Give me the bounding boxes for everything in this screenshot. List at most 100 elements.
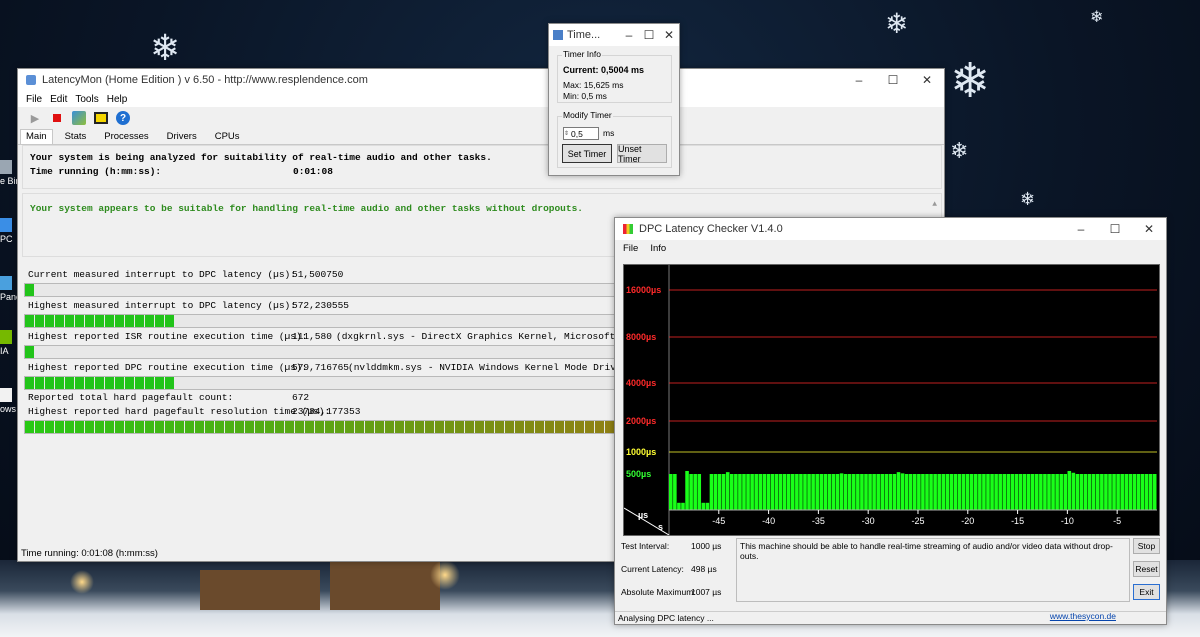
bar-segment [45,315,54,327]
dpc-label: Highest reported DPC routine execution t… [28,362,308,373]
y-tick-label: 16000µs [626,285,661,295]
reset-button[interactable]: Reset [1133,561,1160,577]
close-icon[interactable]: ✕ [1132,218,1166,240]
latency-bar [937,474,941,510]
scroll-up-icon[interactable]: ▲ [932,200,937,209]
bar-segment [205,421,214,433]
latency-bar [941,474,946,510]
bar-segment [55,421,64,433]
desktop-icon-nvidia[interactable]: IA [0,330,18,356]
latencymon-titlebar[interactable]: LatencyMon (Home Edition ) v 6.50 - http… [18,69,944,91]
bar-segment [175,421,184,433]
latency-bar [701,502,706,510]
spinner-icon[interactable]: ⇕ [564,130,571,137]
exit-button[interactable]: Exit [1133,584,1160,600]
minimize-icon[interactable]: – [842,69,876,91]
highest-interrupt-value: 572,230555 [292,300,350,311]
bar-segment [85,421,94,433]
maximize-icon[interactable]: ☐ [639,24,659,46]
dpc-menu-file[interactable]: File [623,243,638,254]
dpc-message-box: This machine should be able to handle re… [736,538,1130,602]
desktop-icon-label: Pane [0,292,18,302]
analysis-pane: Your system is being analyzed for suitab… [22,145,942,189]
bar-segment [475,421,484,433]
latency-bar [913,474,917,510]
bar-segment [95,421,104,433]
isr-value: 111,580 [292,331,332,342]
latency-bar [1104,474,1108,510]
latency-bar [827,474,832,510]
latency-bar [1112,474,1116,510]
stop-button[interactable]: Stop [1133,538,1160,554]
thesycon-link[interactable]: www.thesycon.de [1050,610,1116,623]
latency-bar [974,474,978,510]
bar-segment [305,421,314,433]
tab-drivers[interactable]: Drivers [161,129,203,144]
latency-bar [1043,474,1047,510]
desktop-icon-label: IA [0,346,9,356]
latency-bar [758,474,763,510]
menu-file[interactable]: File [26,94,42,105]
current-interrupt-value: 51,500750 [292,269,344,280]
modify-timer-group: Modify Timer ⇕ 0,5 ms Set Timer Unset Ti… [557,110,672,168]
bar-segment [105,421,114,433]
latency-bar [945,474,950,510]
latency-bar [1067,470,1072,510]
help-icon[interactable]: ? [114,109,132,127]
latency-bar [815,474,819,510]
dpc-titlebar[interactable]: DPC Latency Checker V1.4.0 – ☐ ✕ [615,218,1166,240]
minimize-icon[interactable]: – [619,24,639,46]
snowflake-decoration: ❄ [1020,189,1036,209]
latency-bar [734,474,738,510]
maximize-icon[interactable]: ☐ [1098,218,1132,240]
play-icon[interactable]: ▶ [26,109,44,127]
close-icon[interactable]: ✕ [910,69,944,91]
pagefault-count-value: 672 [292,392,310,403]
latency-bar [823,474,828,510]
tab-stats[interactable]: Stats [59,129,93,144]
latency-bar [1116,474,1120,510]
tab-processes[interactable]: Processes [98,129,154,144]
windows-icon[interactable] [92,109,110,127]
timer-current-row: Current: 0,5004 ms [563,65,644,75]
dpc-menu-info[interactable]: Info [650,243,666,254]
snowflake-decoration: ❄ [1090,9,1104,26]
tab-main[interactable]: Main [20,129,53,144]
timer-max: Max: 15,625 ms [563,80,624,90]
time-running-value: 0:01:08 [293,166,333,177]
recycle-bin-icon [0,160,12,174]
stop-icon[interactable] [48,109,66,127]
dpc-menubar: File Info [615,240,1166,256]
desktop-icon-windows[interactable]: ows [0,388,18,414]
timer-value-input[interactable]: ⇕ 0,5 [563,127,599,140]
snowflake-decoration: ❄ [885,8,909,39]
timer-titlebar[interactable]: Time... – ☐ ✕ [549,24,679,46]
network-icon[interactable] [70,109,88,127]
menu-tools[interactable]: Tools [75,94,98,105]
bar-segment [155,315,164,327]
close-icon[interactable]: ✕ [659,24,679,46]
set-timer-button[interactable]: Set Timer [562,144,612,163]
desktop-icon-control-panel[interactable]: Pane [0,276,18,302]
latency-bar [795,474,799,510]
maximize-icon[interactable]: ☐ [876,69,910,91]
latency-bar [1091,474,1096,510]
minimize-icon[interactable]: – [1064,218,1098,240]
bar-segment [155,377,164,389]
latency-bar [900,473,905,510]
absolute-max-label: Absolute Maximum: [621,587,696,597]
desktop-icon-this-pc[interactable]: PC [0,218,18,244]
x-tick-label: -35 [812,516,825,526]
latency-bar [762,474,767,510]
latency-bar [669,474,673,510]
menu-edit[interactable]: Edit [50,94,67,105]
unset-timer-button[interactable]: Unset Timer [617,144,667,164]
bar-segment [165,377,174,389]
desktop-icon-recycle-bin[interactable]: e Bin [0,160,18,186]
bar-segment [65,421,74,433]
menu-help[interactable]: Help [107,94,128,105]
latency-bar [1148,474,1153,510]
latency-bar [868,474,872,510]
bar-segment [95,315,104,327]
tab-cpus[interactable]: CPUs [209,129,246,144]
